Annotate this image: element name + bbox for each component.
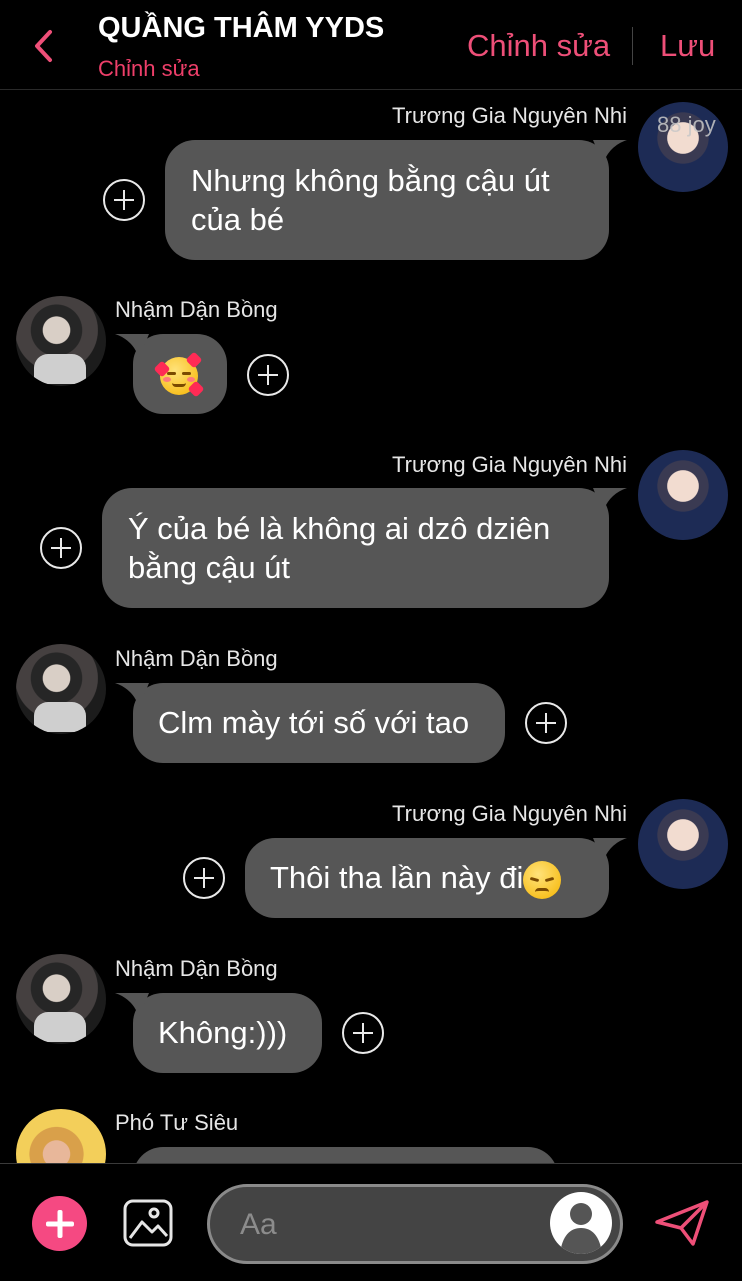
- message-line: Thôi tha lần này đi: [270, 860, 524, 895]
- bubble-tail: [593, 140, 627, 164]
- chat-title: QUẦNG THÂM YYDS: [98, 12, 385, 44]
- composer-bar: Aa: [0, 1163, 742, 1281]
- reaction-add-icon[interactable]: [40, 527, 82, 569]
- reaction-add-icon[interactable]: [183, 857, 225, 899]
- message-input-placeholder: Aa: [240, 1208, 277, 1241]
- reaction-add-icon[interactable]: [342, 1012, 384, 1054]
- watermark: 88 joy: [657, 112, 716, 137]
- message-line: Ý của bé là không ai dzô dziên: [128, 511, 551, 546]
- message-bubble[interactable]: [115, 334, 227, 414]
- avatar[interactable]: [16, 954, 106, 1044]
- bubble-tail: [115, 683, 149, 707]
- save-button[interactable]: Lưu: [660, 28, 715, 64]
- message-bubble[interactable]: Không:))): [115, 993, 322, 1073]
- sender-name: Nhậm Dận Bồng: [115, 297, 278, 322]
- bubble-tail: [593, 488, 627, 512]
- smiling-face-with-hearts-icon: [153, 351, 205, 398]
- sender-name: Nhậm Dận Bồng: [115, 956, 278, 981]
- reaction-add-icon[interactable]: [525, 702, 567, 744]
- bubble-tail: [115, 993, 149, 1017]
- reaction-add-icon[interactable]: [247, 354, 289, 396]
- message-bubble[interactable]: Ý của bé là không ai dzô dziên bằng cậu …: [102, 488, 627, 608]
- sender-name: Phó Tư Siêu: [115, 1110, 239, 1135]
- message-bubble[interactable]: Thôi tha lần này đi: [245, 838, 627, 918]
- avatar[interactable]: [638, 450, 728, 540]
- chat-header: QUẦNG THÂM YYDS Chỉnh sửa Chỉnh sửa Lưu: [0, 0, 742, 90]
- sender-name: Trương Gia Nguyên Nhi: [392, 452, 627, 477]
- add-icon[interactable]: [32, 1196, 87, 1251]
- chat-subtitle[interactable]: Chỉnh sửa: [98, 56, 200, 82]
- avatar[interactable]: [638, 799, 728, 889]
- sender-name: Nhậm Dận Bồng: [115, 646, 278, 671]
- pensive-face-icon: [523, 860, 562, 899]
- message-line: Không:))): [158, 1015, 288, 1050]
- message-line: Nhưng không bằng cậu út: [191, 163, 550, 198]
- message-line: Clm mày tới số với tao: [158, 705, 470, 740]
- message-line: của bé: [191, 202, 285, 237]
- sender-name: Trương Gia Nguyên Nhi: [392, 801, 627, 826]
- reaction-add-icon[interactable]: [103, 179, 145, 221]
- message-input[interactable]: Aa: [207, 1184, 623, 1264]
- sender-name: Trương Gia Nguyên Nhi: [392, 103, 627, 128]
- avatar[interactable]: [550, 1192, 612, 1254]
- avatar[interactable]: [16, 644, 106, 734]
- send-icon[interactable]: [653, 1198, 711, 1248]
- back-chevron-icon[interactable]: [28, 26, 62, 66]
- bubble-tail: [593, 838, 627, 862]
- edit-button[interactable]: Chỉnh sửa: [467, 28, 610, 64]
- header-divider: [632, 27, 633, 65]
- bubble-tail: [115, 334, 149, 358]
- message-bubble[interactable]: Clm mày tới số với tao: [115, 683, 505, 763]
- message-bubble[interactable]: Nhưng không bằng cậu út của bé: [165, 140, 627, 260]
- message-line: bằng cậu út: [128, 550, 291, 585]
- avatar[interactable]: [16, 296, 106, 386]
- image-icon[interactable]: [122, 1198, 174, 1248]
